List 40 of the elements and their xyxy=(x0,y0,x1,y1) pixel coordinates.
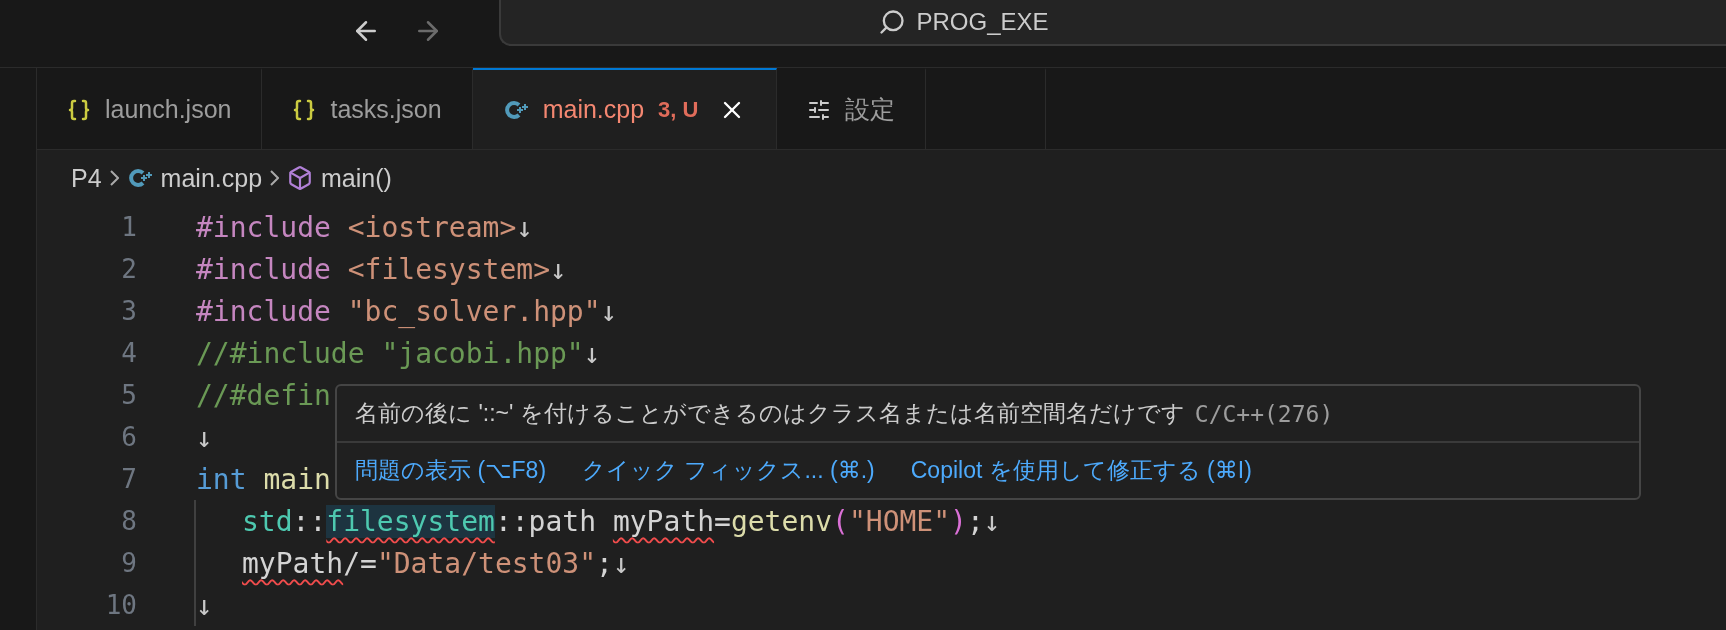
chevron-icon xyxy=(109,170,119,186)
code-line: //#include "jacobi.hpp"↓ xyxy=(195,335,601,372)
line-number: 7 xyxy=(120,464,137,494)
braces-icon xyxy=(67,97,91,122)
breadcrumb-item[interactable]: main.cpp xyxy=(160,163,263,193)
line-number: 2 xyxy=(120,254,137,284)
action-link[interactable]: クイック フィックス... (⌘.) xyxy=(582,455,875,486)
line-number: 10 xyxy=(104,590,137,620)
chevron-icon xyxy=(270,170,280,186)
search-text: PROG_EXE xyxy=(916,8,1049,36)
code-line: #include <filesystem>↓ xyxy=(195,251,567,288)
editor-tab[interactable]: main.cpp 3, U xyxy=(472,68,778,149)
breadcrumb-item[interactable]: main() xyxy=(321,163,392,193)
line-number: 8 xyxy=(120,506,137,536)
problem-count: 3, U xyxy=(658,96,699,123)
line-number: 1 xyxy=(120,212,137,242)
cpp-file-icon xyxy=(502,98,529,121)
code-line: ↓ xyxy=(194,584,213,626)
breadcrumb-item[interactable]: P4 xyxy=(71,163,102,193)
line-number: 6 xyxy=(120,422,137,452)
braces-icon xyxy=(292,97,317,122)
cpp-file-icon xyxy=(126,167,153,189)
command-center-search[interactable]: PROG_EXE xyxy=(499,0,1726,46)
action-link[interactable]: Copilot を使用して修正する (⌘I) xyxy=(910,455,1252,486)
cube-icon xyxy=(287,165,314,191)
line-number: 4 xyxy=(120,338,137,368)
code-line: //#defin xyxy=(195,377,331,414)
code-line: ↓ xyxy=(195,419,213,456)
line-number: 3 xyxy=(120,296,137,326)
action-link[interactable]: 問題の表示 (⌥F8) xyxy=(355,455,547,486)
code-line: #include "bc_solver.hpp"↓ xyxy=(195,293,618,330)
code-line: myPath/="Data/test03";↓ xyxy=(194,542,630,584)
error-source: C/C++(276) xyxy=(1194,400,1334,427)
line-number: 5 xyxy=(120,380,137,410)
line-number: 9 xyxy=(120,548,137,578)
settings-icon xyxy=(807,97,832,122)
code-line: #include <iostream>↓ xyxy=(195,209,534,246)
search-icon xyxy=(878,8,907,36)
error-message: 名前の後に '::~' を付けることができるのはクラス名または名前空間名だけです xyxy=(355,399,1185,428)
code-line: int main xyxy=(195,461,331,498)
